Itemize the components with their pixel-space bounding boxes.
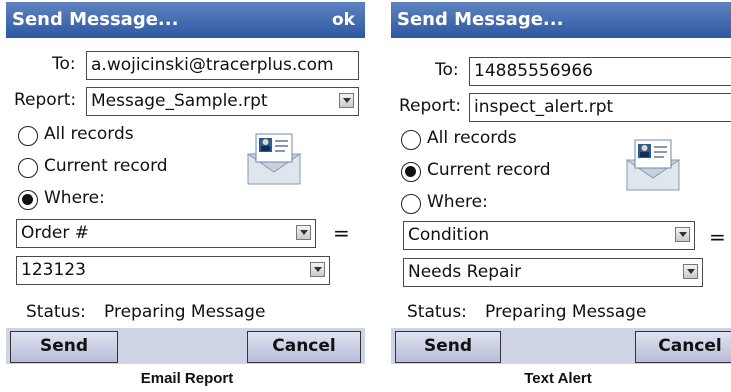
- to-input[interactable]: a.wojicinski@tracerplus.com: [86, 51, 359, 80]
- chevron-down-icon[interactable]: [683, 264, 698, 279]
- equals-sign: =: [709, 225, 726, 249]
- radio-where-label: Where:: [427, 192, 488, 212]
- chevron-down-icon[interactable]: [339, 93, 354, 108]
- report-select[interactable]: inspect_alert.rpt: [469, 93, 731, 122]
- chevron-down-icon[interactable]: [675, 227, 690, 242]
- status-label: Status:: [407, 302, 467, 322]
- where-value-select[interactable]: 123123: [16, 256, 330, 285]
- radio-all-records-label: All records: [427, 128, 517, 148]
- send-message-panel-text: Send Message... ok To: 14885556966 Repor…: [391, 2, 731, 364]
- report-label: Report:: [14, 90, 77, 110]
- where-field-select[interactable]: Order #: [16, 219, 316, 248]
- where-field-value: Order #: [21, 223, 89, 243]
- ok-button[interactable]: ok: [332, 10, 355, 30]
- caption-email-report: Email Report: [140, 370, 234, 387]
- caption-text-alert: Text Alert: [524, 370, 592, 387]
- radio-current-record[interactable]: [18, 158, 38, 178]
- where-value-text: 123123: [21, 260, 86, 280]
- radio-current-record-label: Current record: [427, 160, 551, 180]
- title-bar: Send Message... ok: [391, 2, 731, 38]
- envelope-contact-card-icon: [625, 139, 681, 191]
- radio-where[interactable]: [18, 190, 38, 210]
- window-title: Send Message...: [397, 9, 564, 30]
- envelope-contact-card-icon: [246, 133, 302, 185]
- title-bar: Send Message... ok: [6, 2, 365, 38]
- where-field-value: Condition: [408, 225, 490, 245]
- status-label: Status:: [26, 302, 86, 322]
- report-select-value: Message_Sample.rpt: [91, 91, 268, 111]
- radio-all-records[interactable]: [18, 126, 38, 146]
- to-input[interactable]: 14885556966: [469, 57, 731, 86]
- where-value-select[interactable]: Needs Repair: [403, 258, 703, 287]
- equals-sign: =: [333, 221, 350, 245]
- to-label: To:: [435, 60, 459, 80]
- send-button[interactable]: Send: [395, 331, 501, 363]
- status-value: Preparing Message: [104, 302, 266, 322]
- radio-where-label: Where:: [44, 188, 105, 208]
- report-select-value: inspect_alert.rpt: [474, 97, 614, 117]
- chevron-down-icon[interactable]: [310, 262, 325, 277]
- chevron-down-icon[interactable]: [296, 225, 311, 240]
- cancel-button[interactable]: Cancel: [635, 331, 731, 363]
- report-select[interactable]: Message_Sample.rpt: [86, 87, 359, 116]
- radio-current-record-label: Current record: [44, 156, 168, 176]
- status-value: Preparing Message: [485, 302, 647, 322]
- send-message-panel-email: Send Message... ok To: a.wojicinski@trac…: [6, 2, 365, 364]
- cancel-button[interactable]: Cancel: [247, 331, 361, 363]
- where-value-text: Needs Repair: [408, 262, 522, 282]
- radio-all-records-label: All records: [44, 124, 134, 144]
- radio-where[interactable]: [401, 194, 421, 214]
- radio-all-records[interactable]: [401, 130, 421, 150]
- where-field-select[interactable]: Condition: [403, 221, 695, 250]
- radio-current-record[interactable]: [401, 162, 421, 182]
- report-label: Report:: [399, 96, 462, 116]
- send-button[interactable]: Send: [10, 331, 118, 363]
- window-title: Send Message...: [12, 9, 179, 30]
- to-label: To:: [52, 54, 76, 74]
